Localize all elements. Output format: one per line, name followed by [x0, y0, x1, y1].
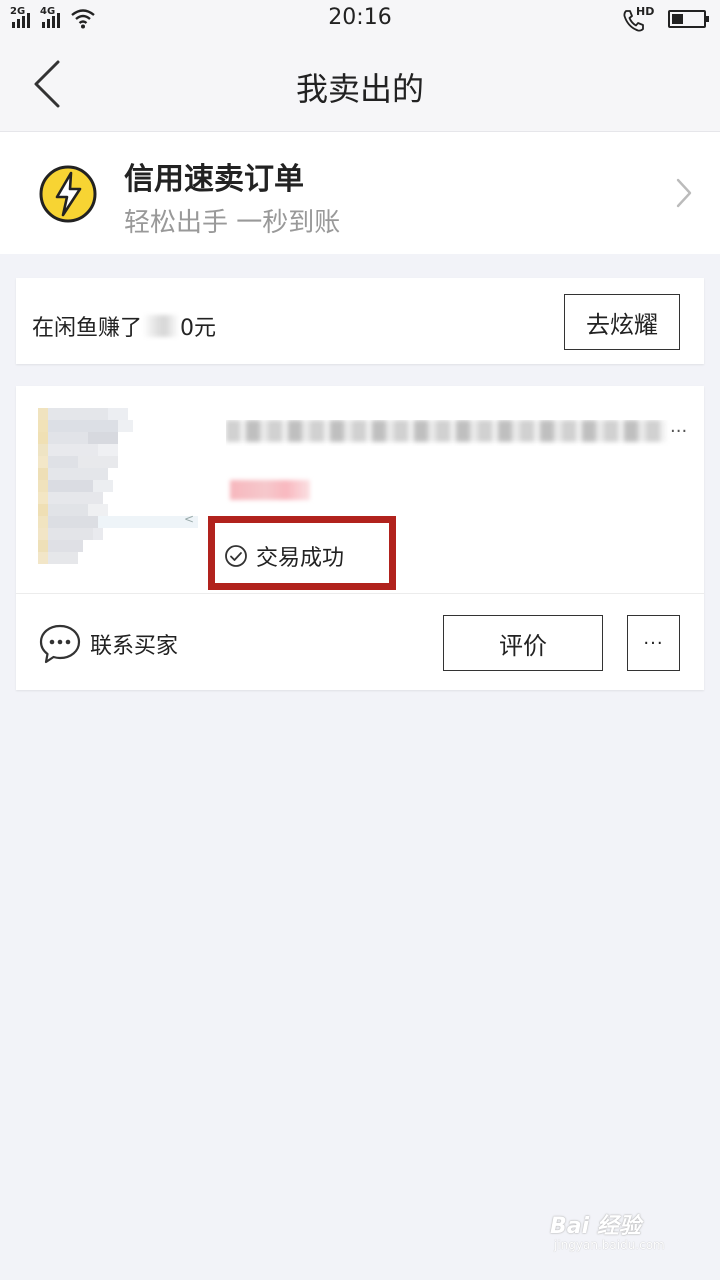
thumbnail-pixel	[38, 528, 48, 540]
thumbnail-pixel	[38, 444, 48, 456]
thumbnail-pixel	[98, 444, 118, 456]
thumbnail-pixel	[88, 504, 108, 516]
thumbnail-pixel	[38, 468, 48, 480]
contact-buyer-button[interactable]: 联系买家	[38, 622, 178, 666]
status-right: HD	[622, 5, 709, 32]
item-price-blurred	[230, 480, 310, 500]
credit-quick-sell-banner[interactable]: 信用速卖订单 轻松出手 一秒到账	[0, 132, 720, 254]
thumbnail-pixel	[38, 456, 48, 468]
order-status-text: 交易成功	[256, 546, 345, 571]
chat-bubble-icon	[39, 624, 81, 664]
thumbnail-pixel	[38, 552, 48, 564]
thumbnail-pixel	[93, 480, 113, 492]
volte-call-icon: HD	[622, 5, 655, 32]
thumbnail-pixel	[48, 504, 88, 516]
thumbnail-pixel	[48, 420, 118, 432]
thumbnail-pixel	[38, 492, 48, 504]
earnings-text: 在闲鱼赚了 0元	[32, 310, 216, 342]
thumbnail-pixel	[48, 516, 98, 528]
thumbnail-pixel	[48, 528, 93, 540]
thumbnail-pixel	[38, 504, 48, 516]
contact-buyer-label: 联系买家	[90, 634, 179, 659]
order-status: 交易成功	[224, 540, 344, 572]
check-circle-icon	[225, 545, 247, 567]
thumbnail-pixel	[48, 456, 78, 468]
thumbnail-pixel	[48, 540, 83, 552]
earnings-amount-blurred	[143, 315, 180, 337]
share-icon: <	[184, 512, 195, 526]
baidu-watermark: Bai 经验 jingyan.baidu.com	[550, 1208, 680, 1258]
status-time: 20:16	[328, 5, 392, 30]
lightning-bolt-icon	[39, 165, 97, 223]
thumbnail-pixel	[98, 516, 198, 528]
thumbnail-pixel	[38, 480, 48, 492]
nav-bar: 我卖出的	[0, 40, 720, 132]
watermark-sub: jingyan.baidu.com	[554, 1238, 665, 1252]
thumbnail-pixel	[93, 528, 103, 540]
thumbnail-pixel	[88, 432, 118, 444]
earnings-suffix: 0元	[180, 316, 217, 341]
thumbnail-pixel	[48, 432, 88, 444]
chevron-right-icon	[676, 178, 692, 208]
show-off-button[interactable]: 去炫耀	[564, 294, 680, 350]
order-card: < ... 交易成功 联系买家 评价 ···	[16, 386, 704, 690]
watermark-main: Bai 经验	[550, 1214, 641, 1239]
thumbnail-pixel	[48, 468, 108, 480]
thumbnail-pixel	[38, 540, 48, 552]
more-options-button[interactable]: ···	[627, 615, 680, 671]
thumbnail-pixel	[38, 420, 48, 432]
item-title-blurred	[226, 420, 666, 442]
thumbnail-pixel	[48, 492, 103, 504]
thumbnail-pixel	[118, 420, 133, 432]
review-button[interactable]: 评价	[443, 615, 603, 671]
credit-banner-subtitle: 轻松出手 一秒到账	[124, 208, 341, 238]
hd-label: HD	[636, 5, 655, 18]
thumbnail-pixel	[48, 444, 98, 456]
thumbnail-pixel	[78, 456, 118, 468]
thumbnail-pixel	[48, 408, 108, 420]
page-title: 我卖出的	[295, 70, 424, 108]
battery-icon	[668, 10, 709, 28]
item-title[interactable]: ...	[226, 420, 686, 446]
earnings-card: 在闲鱼赚了 0元 去炫耀	[16, 278, 704, 364]
item-thumbnail[interactable]: <	[38, 408, 202, 572]
status-bar: 2G 4G 20:16 HD	[0, 0, 720, 40]
thumbnail-pixel	[48, 552, 78, 564]
earnings-prefix: 在闲鱼赚了	[32, 316, 143, 341]
thumbnail-pixel	[38, 408, 48, 420]
credit-banner-title: 信用速卖订单	[124, 162, 304, 197]
thumbnail-pixel	[108, 408, 128, 420]
battery-level	[672, 14, 683, 24]
thumbnail-pixel	[38, 516, 48, 528]
thumbnail-pixel	[38, 432, 48, 444]
item-title-ellipsis: ...	[670, 420, 686, 437]
card-divider	[16, 593, 704, 594]
thumbnail-pixel	[48, 480, 93, 492]
